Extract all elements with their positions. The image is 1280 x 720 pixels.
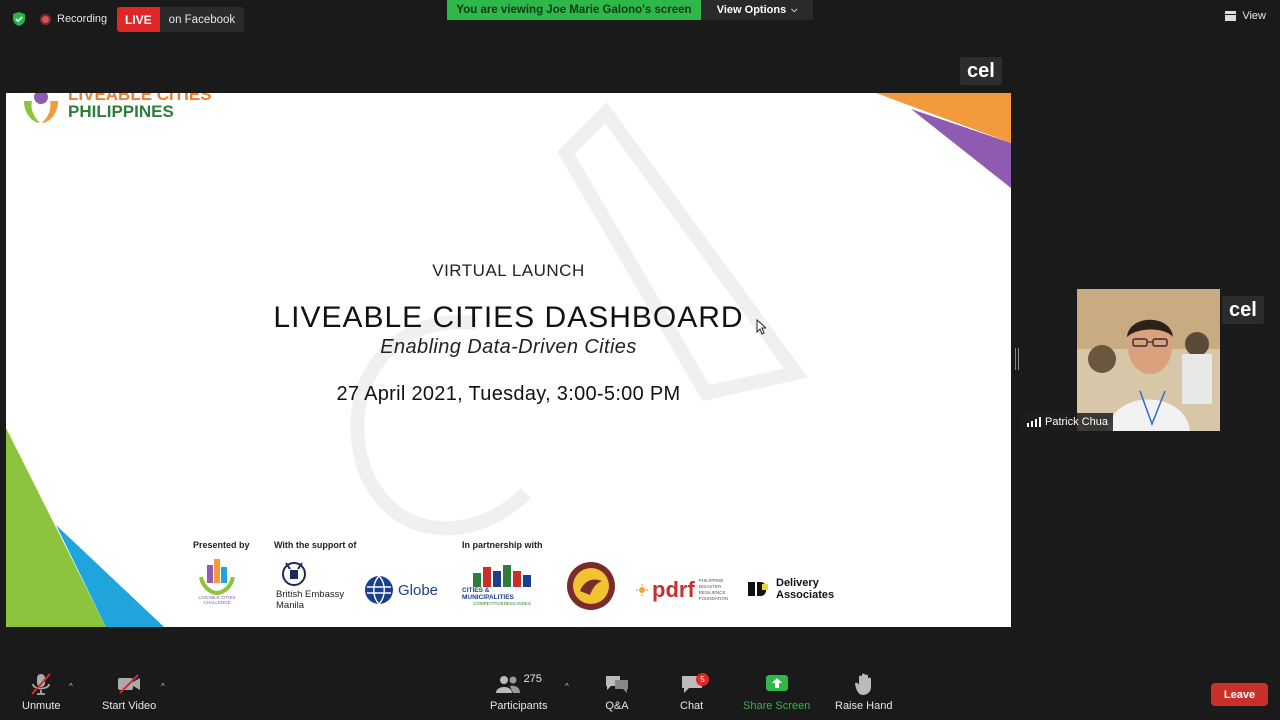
delivery-associates-icon <box>748 582 768 596</box>
liveable-challenge-text: LIVEABLE CITIES CHALLENGE <box>198 595 236 605</box>
video-camera-off-icon <box>118 674 141 694</box>
panel-resize-handle[interactable] <box>1015 348 1019 370</box>
shared-screen-slide: LIVEABLE CITIES PHILIPPINES VIRTUAL LAUN… <box>6 93 1011 627</box>
start-video-button[interactable]: Start Video <box>102 672 156 712</box>
security-shield-icon[interactable] <box>12 12 26 26</box>
event-date: 27 April 2021, Tuesday, 3:00-5:00 PM <box>336 383 681 405</box>
participant-count: 275 <box>523 673 542 685</box>
cmci-buildings-icon <box>473 565 531 587</box>
seal-icon <box>567 562 615 610</box>
cmci-sub-text: COMPETITIVENESS INDEX <box>473 601 531 606</box>
participants-button[interactable]: 275 Participants <box>490 672 547 712</box>
leave-button[interactable]: Leave <box>1211 683 1268 706</box>
chat-unread-badge: 5 <box>696 673 709 686</box>
qa-button[interactable]: Q&A <box>605 672 629 712</box>
live-target: on Facebook <box>168 13 236 26</box>
cmci-logo: CITIES & MUNICIPALITIES COMPETITIVENESS … <box>462 563 542 606</box>
live-badge: LIVE <box>117 7 160 32</box>
cel-watermark-top: cel <box>960 57 1002 85</box>
qa-label: Q&A <box>605 700 629 712</box>
brand-line1: LIVEABLE CITIES <box>68 93 212 104</box>
british-embassy-text: British Embassy <box>276 589 345 600</box>
pdrf-text: pdrf <box>652 577 695 602</box>
globe-text: Globe <box>398 581 439 599</box>
share-screen-button[interactable]: Share Screen <box>743 672 810 712</box>
view-label: View <box>1242 10 1266 22</box>
liveable-cities-brand: LIVEABLE CITIES PHILIPPINES <box>20 93 212 125</box>
partnership-label: In partnership with <box>462 540 543 550</box>
presented-by-label: Presented by <box>193 540 250 550</box>
british-embassy-manila-text: Manila <box>276 600 304 611</box>
grid-view-icon <box>1225 11 1237 21</box>
unmute-label: Unmute <box>22 700 61 712</box>
associates-text: Associates <box>776 589 835 601</box>
view-button[interactable]: View <box>1225 10 1266 22</box>
start-video-label: Start Video <box>102 700 157 712</box>
view-options-button[interactable]: View Options ⌵ <box>701 0 813 20</box>
qa-bubbles-icon <box>606 676 628 693</box>
city-challenge-icon <box>199 559 235 595</box>
chevron-down-icon: ⌵ <box>791 5 798 14</box>
liveable-cities-logo-icon <box>24 93 58 123</box>
live-stream-indicator[interactable]: LIVE on Facebook <box>117 7 245 32</box>
video-options-caret-icon[interactable]: ^ <box>161 682 165 691</box>
mouse-cursor-icon <box>756 319 766 335</box>
participant-video-icon <box>1077 289 1220 431</box>
pdrf-sub-text: PHILIPPINE DISASTER RESILIENCE FOUNDATIO… <box>698 578 729 601</box>
cmci-text: CITIES & MUNICIPALITIES <box>462 587 514 601</box>
participant-name: Patrick Chua <box>1045 416 1108 428</box>
participants-label: Participants <box>490 700 548 712</box>
liveable-cities-challenge-logo: LIVEABLE CITIES CHALLENGE <box>192 555 242 605</box>
raise-hand-icon <box>854 673 871 695</box>
share-screen-label: Share Screen <box>743 700 811 712</box>
view-options-label: View Options <box>716 4 787 16</box>
support-of-label: With the support of <box>274 540 357 550</box>
slide-title: LIVEABLE CITIES DASHBOARD <box>273 301 744 334</box>
cel-watermark-side: cel <box>1222 296 1264 324</box>
pdrf-logo: pdrf PHILIPPINE DISASTER RESILIENCE FOUN… <box>636 577 735 603</box>
zoom-meeting-window: Recording LIVE on Facebook You are viewi… <box>0 0 1280 720</box>
participants-options-caret-icon[interactable]: ^ <box>565 682 569 691</box>
viewing-screen-banner: You are viewing Joe Marie Galono's scree… <box>447 0 701 20</box>
recording-indicator[interactable]: Recording <box>40 8 107 30</box>
delivery-text: Delivery <box>776 577 819 589</box>
participant-video-tile[interactable] <box>1077 289 1220 431</box>
globe-logo: Globe <box>364 575 438 605</box>
delivery-associates-logo: Delivery Associates <box>748 577 834 601</box>
pdrf-sun-icon <box>636 584 648 596</box>
participants-icon <box>495 676 520 693</box>
recording-label: Recording <box>57 13 108 25</box>
globe-icon <box>365 575 393 605</box>
raise-hand-button[interactable]: Raise Hand <box>835 672 892 712</box>
microphone-muted-icon <box>31 673 52 695</box>
brand-line2: PHILIPPINES <box>68 102 174 121</box>
slide-subtitle: Enabling Data-Driven Cities <box>380 336 637 358</box>
virtual-launch-label: VIRTUAL LAUNCH <box>432 261 585 280</box>
unmute-button[interactable]: Unmute <box>22 672 61 712</box>
recording-dot-icon <box>40 13 51 25</box>
share-screen-icon <box>765 675 788 691</box>
audio-options-caret-icon[interactable]: ^ <box>69 682 73 691</box>
chat-label: Chat <box>680 700 704 712</box>
league-of-cities-seal <box>566 561 616 611</box>
british-embassy-logo: British Embassy Manila <box>276 559 344 611</box>
signal-strength-icon <box>1027 417 1041 427</box>
participant-name-tag: Patrick Chua <box>1022 413 1113 431</box>
royal-crest-icon <box>282 562 306 586</box>
raise-hand-label: Raise Hand <box>835 700 893 712</box>
